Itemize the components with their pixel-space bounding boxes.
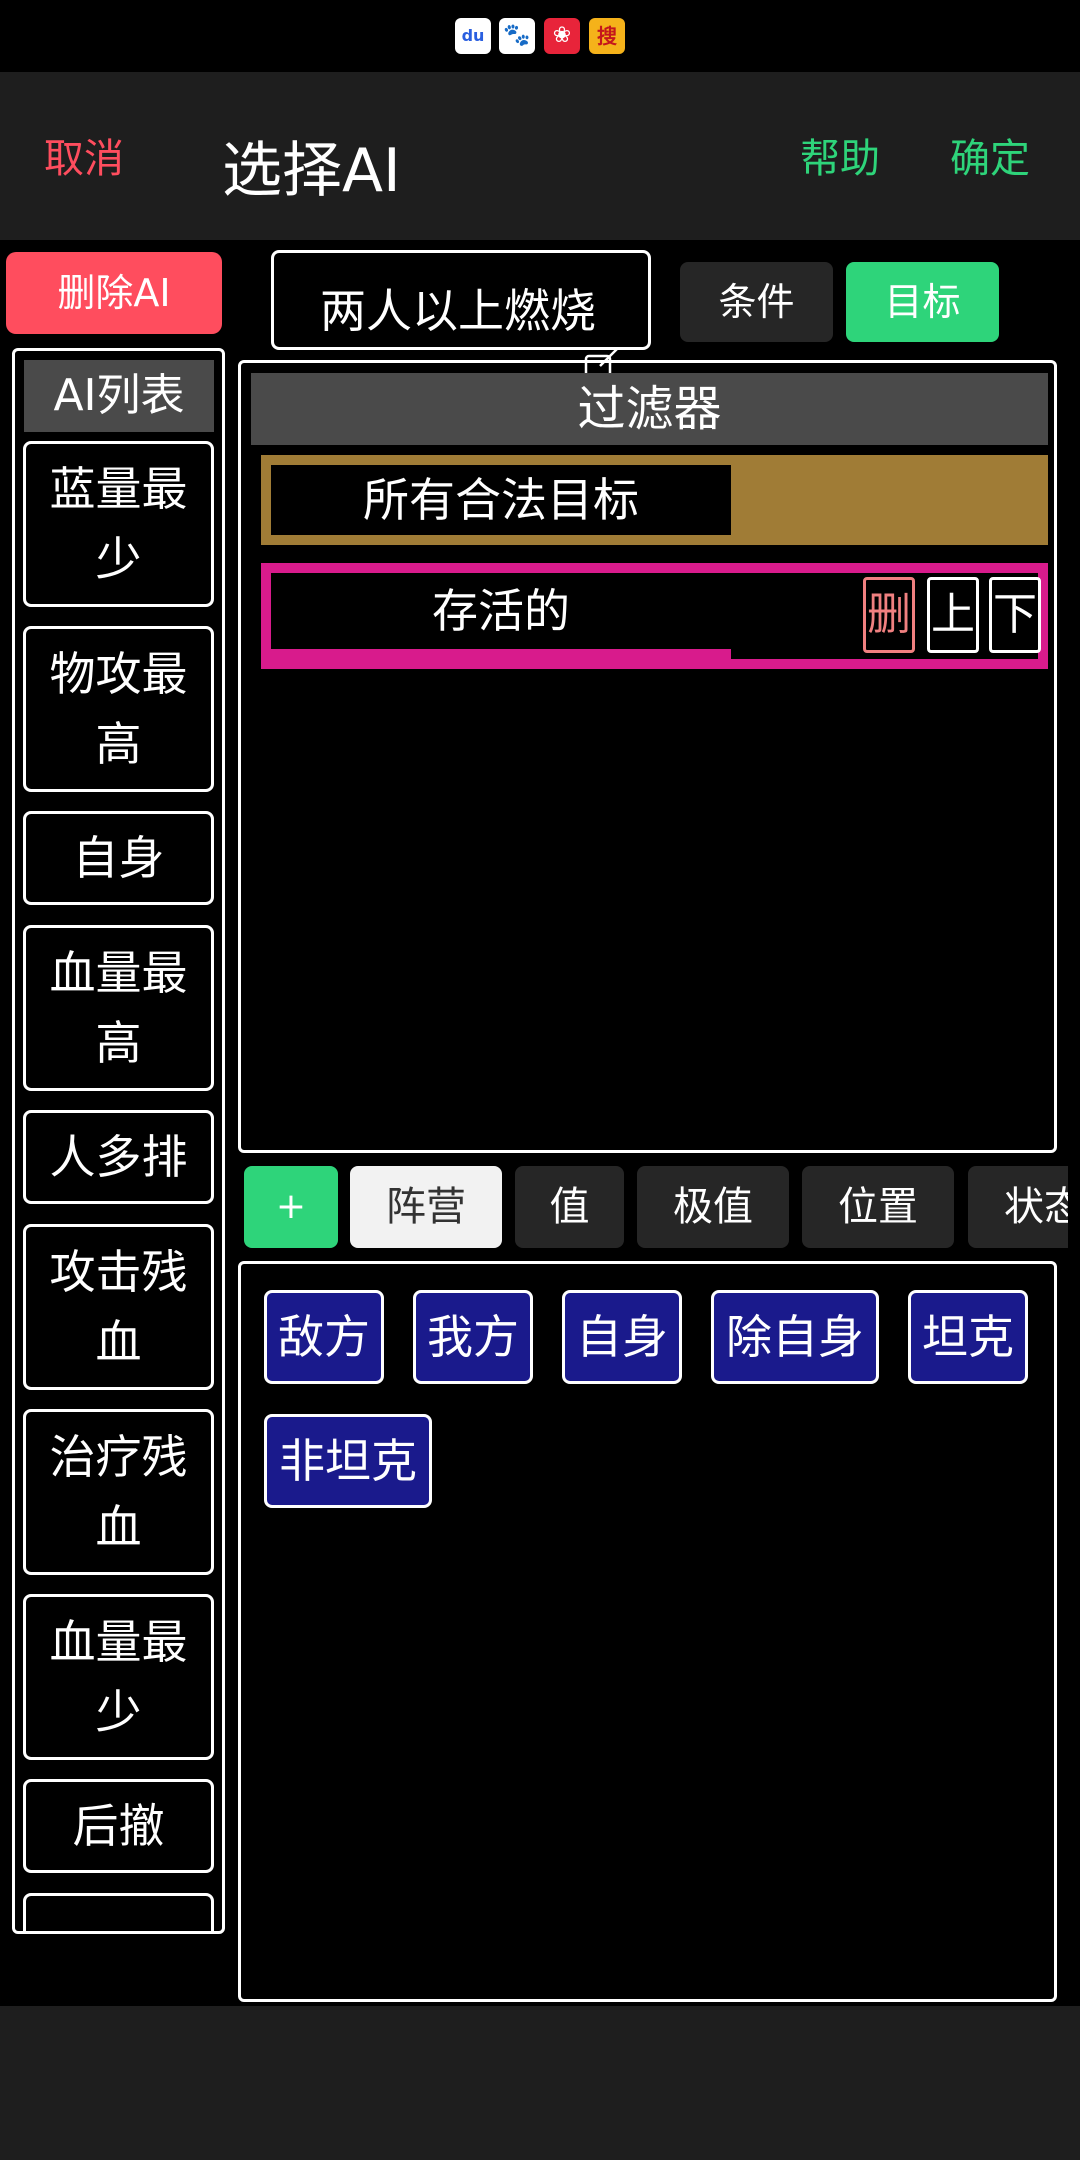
add-filter-button[interactable]: + bbox=[244, 1166, 338, 1248]
red-app-icon: ❀ bbox=[544, 18, 580, 54]
ai-name-input[interactable]: 两人以上燃烧 bbox=[271, 250, 651, 350]
filter-panel: 过滤器 所有合法目标 存活的 删 上 下 bbox=[238, 360, 1057, 1153]
paw-app-icon: 🐾 bbox=[499, 18, 535, 54]
top-bar: 取消 选择AI 帮助 确定 bbox=[0, 72, 1080, 240]
tab-extreme[interactable]: 极值 bbox=[637, 1166, 789, 1248]
ai-list-item[interactable]: 后撤 bbox=[23, 1779, 214, 1873]
status-bar: du 🐾 ❀ 搜 bbox=[0, 0, 1080, 72]
ai-list-item[interactable]: 蓝量最少 bbox=[23, 441, 214, 607]
option-non-tank[interactable]: 非坦克 bbox=[264, 1414, 432, 1508]
bottom-bar bbox=[0, 2006, 1080, 2160]
rule-move-down-button[interactable]: 下 bbox=[989, 577, 1041, 653]
page-title: 选择AI bbox=[222, 136, 401, 206]
filter-rule[interactable]: 所有合法目标 bbox=[261, 455, 1048, 545]
cancel-button[interactable]: 取消 bbox=[44, 126, 124, 184]
tab-target[interactable]: 目标 bbox=[846, 262, 999, 342]
rule-delete-button[interactable]: 删 bbox=[863, 577, 915, 653]
ai-list-item-partial[interactable] bbox=[23, 1893, 214, 1931]
sohu-app-icon: 搜 bbox=[589, 18, 625, 54]
help-button[interactable]: 帮助 bbox=[800, 126, 880, 184]
ai-list-item[interactable]: 攻击残血 bbox=[23, 1224, 214, 1390]
filter-rule-label: 所有合法目标 bbox=[271, 465, 731, 535]
ai-list-panel[interactable]: AI列表 蓝量最少 物攻最高 自身 血量最高 人多排 攻击残血 治疗残血 血量最… bbox=[12, 348, 225, 1934]
ai-list-item[interactable]: 自身 bbox=[23, 811, 214, 905]
ai-list-item[interactable]: 血量最高 bbox=[23, 925, 214, 1091]
ai-list-item[interactable]: 血量最少 bbox=[23, 1594, 214, 1760]
option-except-self[interactable]: 除自身 bbox=[711, 1290, 879, 1384]
tab-condition[interactable]: 条件 bbox=[680, 262, 833, 342]
option-ally[interactable]: 我方 bbox=[413, 1290, 533, 1384]
filter-rule-selected[interactable]: 存活的 删 上 下 bbox=[261, 563, 1048, 669]
tab-position[interactable]: 位置 bbox=[802, 1166, 954, 1248]
option-enemy[interactable]: 敌方 bbox=[264, 1290, 384, 1384]
filter-rule-underline bbox=[271, 649, 731, 659]
confirm-button[interactable]: 确定 bbox=[950, 126, 1030, 184]
rule-move-up-button[interactable]: 上 bbox=[927, 577, 979, 653]
tab-value[interactable]: 值 bbox=[515, 1166, 624, 1248]
tab-faction[interactable]: 阵营 bbox=[350, 1166, 502, 1248]
ai-name-value: 两人以上燃烧 bbox=[320, 284, 596, 338]
category-tabs[interactable]: + 阵营 值 极值 位置 状态 bbox=[238, 1166, 1068, 1250]
option-self[interactable]: 自身 bbox=[562, 1290, 682, 1384]
filter-rule-label: 存活的 bbox=[432, 584, 570, 638]
ai-list-header: AI列表 bbox=[24, 360, 214, 432]
filter-rule-body: 存活的 删 上 下 bbox=[271, 573, 1041, 659]
option-tank[interactable]: 坦克 bbox=[908, 1290, 1028, 1384]
ai-list-item[interactable]: 物攻最高 bbox=[23, 626, 214, 792]
ai-list-item[interactable]: 人多排 bbox=[23, 1110, 214, 1204]
delete-ai-button[interactable]: 删除AI bbox=[6, 252, 222, 334]
ai-list-item[interactable]: 治疗残血 bbox=[23, 1409, 214, 1575]
tab-status[interactable]: 状态 bbox=[968, 1166, 1068, 1248]
options-panel: 敌方 我方 自身 除自身 坦克 非坦克 bbox=[238, 1261, 1057, 2002]
baidu-icon: du bbox=[455, 18, 491, 54]
filter-header: 过滤器 bbox=[251, 373, 1048, 445]
